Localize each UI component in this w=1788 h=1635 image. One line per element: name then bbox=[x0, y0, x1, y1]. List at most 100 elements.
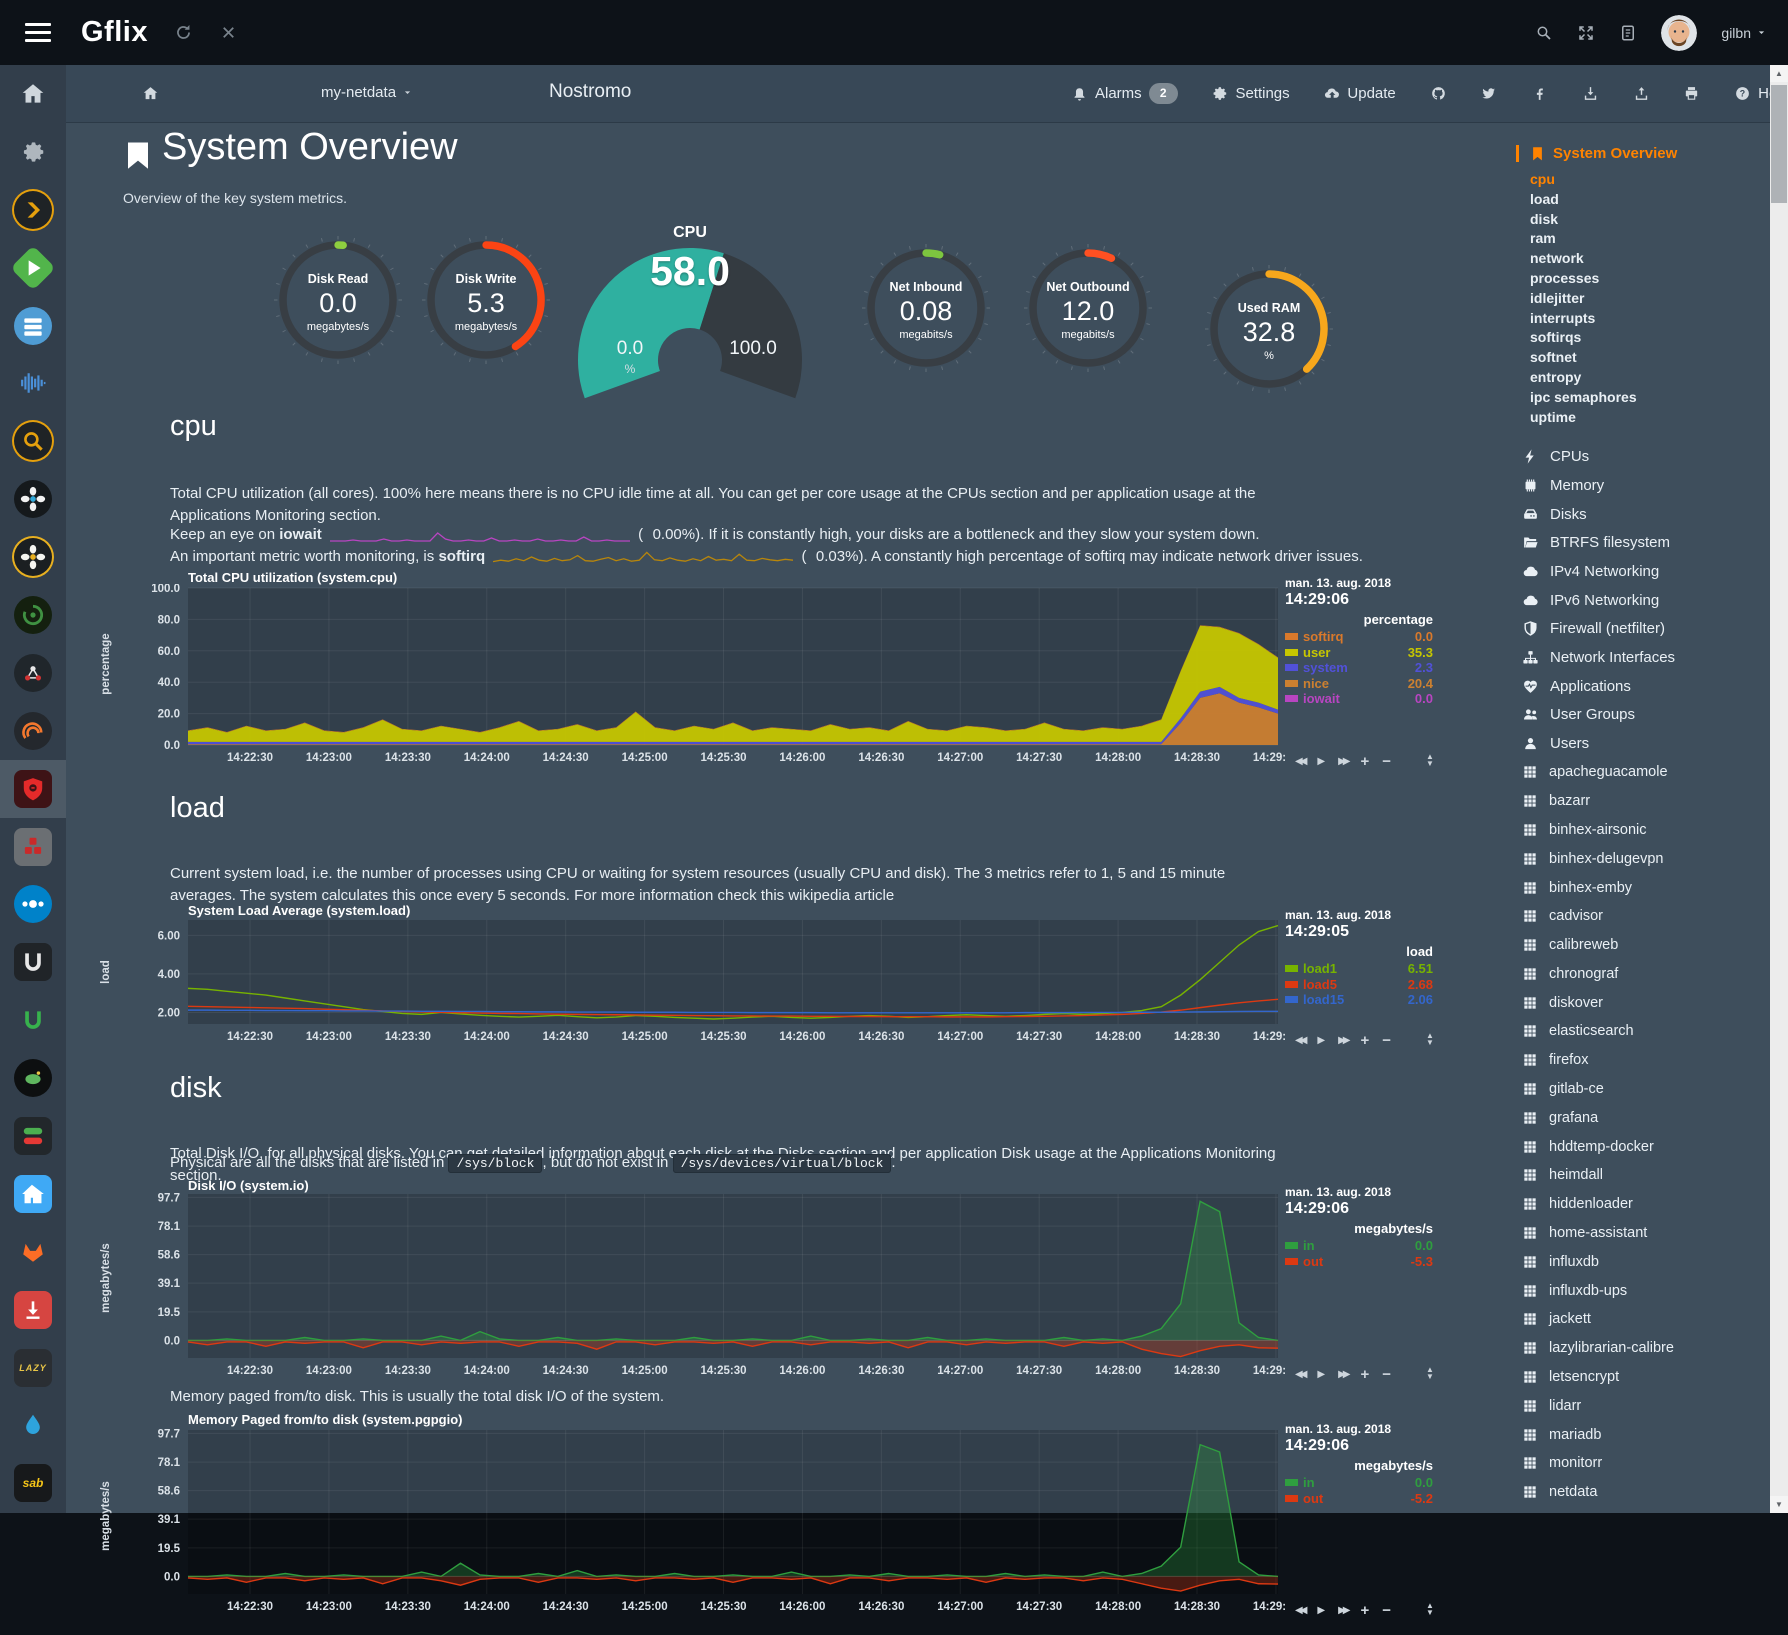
sidebar-section-ipv4-networking[interactable]: IPv4 Networking bbox=[1512, 557, 1770, 586]
chart-resize-handle[interactable]: ▲▼ bbox=[1426, 1602, 1434, 1616]
home-icon[interactable] bbox=[142, 85, 159, 102]
chart-pgpgio[interactable]: 14:22:3014:23:0014:23:3014:24:0014:24:30… bbox=[136, 1426, 1436, 1635]
sidebar-app-app-molecule[interactable] bbox=[0, 644, 66, 702]
sidebar-app-section-hddtemp-docker[interactable]: hddtemp-docker bbox=[1512, 1132, 1770, 1161]
twitter-icon[interactable] bbox=[1480, 85, 1497, 102]
sidebar-app-section-apacheguacamole[interactable]: apacheguacamole bbox=[1512, 758, 1770, 787]
sidebar-section-user-groups[interactable]: User Groups bbox=[1512, 701, 1770, 730]
chart-pan-backward-button[interactable]: ◀◀ bbox=[1295, 1369, 1304, 1380]
gauge-disk-write[interactable]: Disk Write 5.3 megabytes/s bbox=[421, 235, 551, 365]
sidebar-app-section-mariadb[interactable]: mariadb bbox=[1512, 1420, 1770, 1449]
chart-resize-handle[interactable]: ▲▼ bbox=[1426, 1366, 1434, 1380]
chart-zoom-in-button[interactable]: + bbox=[1360, 757, 1369, 767]
sidebar-anchor-disk[interactable]: disk bbox=[1512, 210, 1770, 230]
sidebar-app-section-heimdall[interactable]: heimdall bbox=[1512, 1161, 1770, 1190]
sidebar-anchor-network[interactable]: network bbox=[1512, 249, 1770, 269]
legend-row-nice[interactable]: nice20.4 bbox=[1285, 676, 1433, 692]
sidebar-section-ipv6-networking[interactable]: IPv6 Networking bbox=[1512, 586, 1770, 615]
scroll-down-button[interactable]: ▼ bbox=[1770, 1496, 1788, 1513]
sidebar-anchor-uptime[interactable]: uptime bbox=[1512, 408, 1770, 428]
sidebar-app-section-influxdb[interactable]: influxdb bbox=[1512, 1247, 1770, 1276]
sidebar-app-section-firefox[interactable]: firefox bbox=[1512, 1046, 1770, 1075]
legend-row-softirq[interactable]: softirq0.0 bbox=[1285, 629, 1433, 645]
sidebar-anchor-softnet[interactable]: softnet bbox=[1512, 348, 1770, 368]
sidebar-anchor-ipc-semaphores[interactable]: ipc semaphores bbox=[1512, 388, 1770, 408]
chart-pan-forward-button[interactable]: ▶▶ bbox=[1338, 756, 1347, 767]
sidebar-app-app-green-swirl[interactable] bbox=[0, 586, 66, 644]
chart-zoom-out-button[interactable]: − bbox=[1382, 1606, 1391, 1616]
sidebar-anchor-ram[interactable]: ram bbox=[1512, 229, 1770, 249]
chart-pan-forward-button[interactable]: ▶▶ bbox=[1338, 1369, 1347, 1380]
legend-row-iowait[interactable]: iowait0.0 bbox=[1285, 691, 1433, 707]
chart-disk[interactable]: 14:22:3014:23:0014:23:3014:24:0014:24:30… bbox=[136, 1190, 1436, 1396]
sidebar-app-section-letsencrypt[interactable]: letsencrypt bbox=[1512, 1363, 1770, 1392]
server-dropdown[interactable]: my-netdata bbox=[321, 84, 412, 101]
legend-row-in[interactable]: in0.0 bbox=[1285, 1475, 1433, 1491]
legend-row-user[interactable]: user35.3 bbox=[1285, 645, 1433, 661]
sidebar-section-cpus[interactable]: CPUs bbox=[1512, 442, 1770, 471]
sidebar-app-unifi[interactable] bbox=[0, 933, 66, 991]
iowait-sparkline[interactable] bbox=[330, 527, 630, 543]
sidebar-section-memory[interactable]: Memory bbox=[1512, 471, 1770, 500]
gauge-used-ram[interactable]: Used RAM 32.8 % bbox=[1204, 264, 1334, 394]
sidebar-app-home-assistant[interactable] bbox=[0, 1165, 66, 1223]
chart-plot-area[interactable]: 14:22:3014:23:0014:23:3014:24:0014:24:30… bbox=[136, 916, 1286, 1048]
sidebar-app-section-monitorr[interactable]: monitorr bbox=[1512, 1449, 1770, 1478]
sidebar-app-app-cubes[interactable] bbox=[0, 818, 66, 876]
sidebar-app-lazylibrarian[interactable]: LAZY bbox=[0, 1339, 66, 1397]
sidebar-app-app-library[interactable] bbox=[0, 297, 66, 355]
settings-button[interactable]: Settings bbox=[1211, 85, 1289, 102]
sidebar-app-section-chronograf[interactable]: chronograf bbox=[1512, 960, 1770, 989]
chart-resize-handle[interactable]: ▲▼ bbox=[1426, 753, 1434, 767]
sidebar-app-section-binhex-delugevpn[interactable]: binhex-delugevpn bbox=[1512, 844, 1770, 873]
scrollbar-thumb[interactable] bbox=[1771, 85, 1787, 203]
gauge-net-inbound[interactable]: Net Inbound 0.08 megabits/s bbox=[861, 243, 991, 373]
chart-plot-area[interactable]: 14:22:3014:23:0014:23:3014:24:0014:24:30… bbox=[136, 584, 1286, 769]
sidebar-app-section-calibreweb[interactable]: calibreweb bbox=[1512, 931, 1770, 960]
sidebar-app-app-pinwheel-yellow[interactable] bbox=[0, 528, 66, 586]
import-icon[interactable] bbox=[1582, 85, 1599, 102]
refresh-icon[interactable] bbox=[174, 23, 193, 42]
sidebar-section-system-overview[interactable]: System Overview bbox=[1516, 145, 1770, 162]
chart-play-button[interactable]: ▶ bbox=[1317, 1605, 1325, 1616]
chart-plot-area[interactable]: 14:22:3014:23:0014:23:3014:24:0014:24:30… bbox=[136, 1426, 1286, 1618]
sidebar-app-app-pinwheel-blue[interactable] bbox=[0, 470, 66, 528]
sidebar-app-netdata[interactable] bbox=[0, 760, 66, 818]
chart-pan-forward-button[interactable]: ▶▶ bbox=[1338, 1605, 1347, 1616]
chart-zoom-out-button[interactable]: − bbox=[1382, 757, 1391, 767]
fullscreen-icon[interactable] bbox=[1577, 24, 1595, 42]
sidebar-app-app-island[interactable] bbox=[0, 1049, 66, 1107]
sidebar-app-section-binhex-emby[interactable]: binhex-emby bbox=[1512, 873, 1770, 902]
github-icon[interactable] bbox=[1430, 85, 1447, 102]
sidebar-app-home[interactable] bbox=[0, 65, 66, 123]
legend-row-out[interactable]: out-5.2 bbox=[1285, 1491, 1433, 1507]
legend-row-in[interactable]: in0.0 bbox=[1285, 1238, 1433, 1254]
sidebar-app-nextcloud[interactable] bbox=[0, 875, 66, 933]
sidebar-app-section-bazarr[interactable]: bazarr bbox=[1512, 787, 1770, 816]
sidebar-anchor-interrupts[interactable]: interrupts bbox=[1512, 309, 1770, 329]
legend-row-system[interactable]: system2.3 bbox=[1285, 660, 1433, 676]
search-icon[interactable] bbox=[1535, 24, 1553, 42]
sidebar-app-jackett[interactable] bbox=[0, 412, 66, 470]
sidebar-app-organizr[interactable] bbox=[0, 1396, 66, 1454]
sidebar-app-settings[interactable] bbox=[0, 123, 66, 181]
chart-resize-handle[interactable]: ▲▼ bbox=[1426, 1032, 1434, 1046]
chart-zoom-in-button[interactable]: + bbox=[1360, 1036, 1369, 1046]
gauge-net-outbound[interactable]: Net Outbound 12.0 megabits/s bbox=[1023, 243, 1153, 373]
sidebar-app-app-download[interactable] bbox=[0, 1281, 66, 1339]
chart-pan-backward-button[interactable]: ◀◀ bbox=[1295, 1035, 1304, 1046]
print-icon[interactable] bbox=[1683, 85, 1700, 102]
legend-row-load15[interactable]: load152.06 bbox=[1285, 992, 1433, 1008]
sidebar-app-section-cadvisor[interactable]: cadvisor bbox=[1512, 902, 1770, 931]
sidebar-app-ubooquity[interactable] bbox=[0, 991, 66, 1049]
sidebar-app-grafana[interactable] bbox=[0, 702, 66, 760]
sidebar-app-section-lazylibrarian-calibre[interactable]: lazylibrarian-calibre bbox=[1512, 1334, 1770, 1363]
chart-load[interactable]: 14:22:3014:23:0014:23:3014:24:0014:24:30… bbox=[136, 916, 1436, 1056]
sidebar-section-firewall-netfilter-[interactable]: Firewall (netfilter) bbox=[1512, 614, 1770, 643]
sidebar-app-tautulli[interactable] bbox=[0, 181, 66, 239]
close-icon[interactable] bbox=[219, 23, 238, 42]
sidebar-app-section-diskover[interactable]: diskover bbox=[1512, 988, 1770, 1017]
sidebar-app-section-influxdb-ups[interactable]: influxdb-ups bbox=[1512, 1276, 1770, 1305]
sidebar-section-btrfs-filesystem[interactable]: BTRFS filesystem bbox=[1512, 528, 1770, 557]
page-scrollbar[interactable]: ▲ ▼ bbox=[1770, 65, 1788, 1513]
